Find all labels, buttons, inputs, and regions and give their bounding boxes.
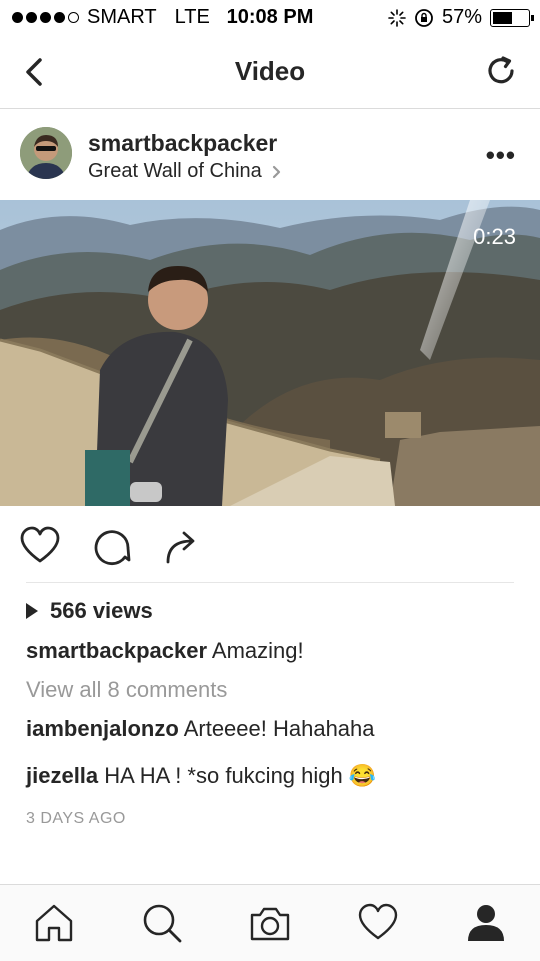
battery-icon [490,8,534,27]
video-frame-image [0,200,540,506]
comment-username[interactable]: jiezella [26,763,98,788]
view-count: 566 views [26,598,153,624]
rotation-lock-icon [415,8,433,27]
post-time-ago: 3 DAYS AGO [26,810,126,827]
loading-icon [388,8,406,27]
camera-icon[interactable] [248,901,292,945]
post-location[interactable]: Great Wall of China [88,160,283,183]
location-label: Great Wall of China [88,160,262,182]
navigation-bar: Video [0,36,540,109]
caption-text: Amazing! [211,638,304,663]
comment-item: jiezella HA HA ! *so fukcing high 😂 [26,763,376,789]
page-title: Video [234,56,306,86]
post-header: smartbackpacker Great Wall of China ••• [0,110,540,200]
video-duration: 0:23 [473,224,516,249]
like-heart-icon[interactable] [18,524,62,568]
heart-icon[interactable] [356,901,400,945]
divider [26,582,514,583]
comment-text: HA HA ! *so fukcing high 😂 [104,763,377,788]
post-username[interactable]: smartbackpacker [88,130,277,157]
home-icon[interactable] [32,901,76,945]
comment-username[interactable]: iambenjalonzo [26,716,179,741]
battery-percent: 57% [441,6,482,28]
comment-item: iambenjalonzo Arteeee! Hahahaha [26,716,375,742]
bottom-tab-bar [0,884,540,961]
refresh-icon[interactable] [482,52,520,90]
more-options-icon[interactable]: ••• [486,140,516,171]
caption-username[interactable]: smartbackpacker [26,638,207,663]
search-icon[interactable] [140,901,184,945]
profile-icon[interactable] [464,901,508,945]
comment-text: Arteeee! Hahahaha [183,716,375,741]
status-bar: SMART LTE 10:08 PM 57% [0,0,540,36]
avatar[interactable] [20,127,72,179]
play-icon [26,603,38,619]
view-count-label: 566 views [50,598,153,623]
chevron-right-icon [273,165,281,178]
view-all-comments-link[interactable]: View all 8 comments [26,677,227,703]
status-right: 57% [388,6,534,29]
comment-icon[interactable] [90,524,134,568]
caption: smartbackpacker Amazing! [26,638,304,664]
video-player[interactable]: 0:23 [0,200,540,506]
post-actions [0,522,540,572]
share-arrow-icon[interactable] [160,524,204,568]
